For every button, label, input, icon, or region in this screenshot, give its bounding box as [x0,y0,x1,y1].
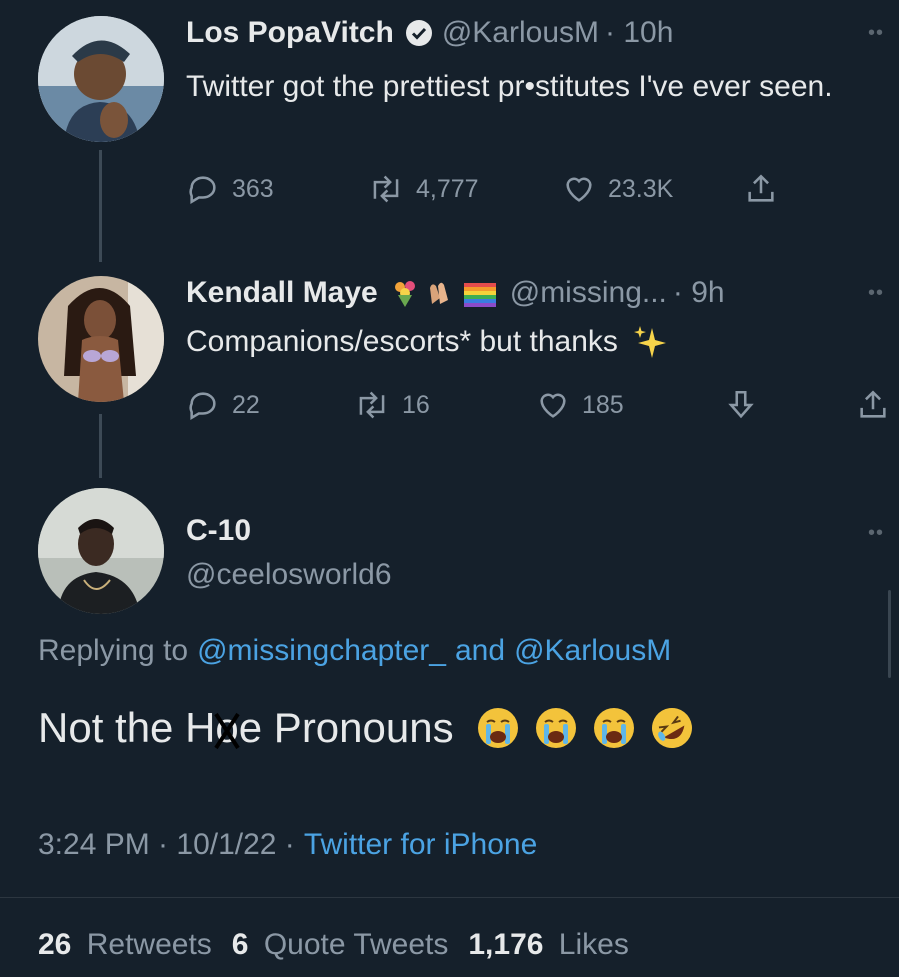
tweet3-timestamp[interactable]: 3:24 PM · 10/1/22 · [38,828,295,862]
avatar-kendall-maye[interactable] [38,276,164,402]
tweet1-share-button[interactable] [744,172,790,206]
more-options-icon[interactable]: •• [868,22,884,45]
tweet1-author-name[interactable]: Los PopaVitch [186,16,394,50]
tweet3-text-end: e Pronouns [238,704,454,751]
tweet3-text-struck: o [214,700,241,756]
downvote-arrow-icon [728,390,754,419]
tweet2-reply-count: 22 [232,390,260,419]
likes-count: 1,176 [468,928,544,961]
avatar-image [38,488,164,614]
tweet1-retweet-count: 4,777 [416,174,479,203]
tweet2-handle[interactable]: @missing... [510,276,667,310]
tweet3-stats: 26 Retweets 6 Quote Tweets 1,176 Likes [38,928,629,962]
bouquet-icon [390,278,420,308]
tweet3-text-row: Not the H o e Pronouns [38,700,694,756]
tweet2-retweet-button[interactable]: 16 [354,388,430,422]
tweet3-source[interactable]: Twitter for iPhone [304,828,537,862]
crying-face-icon [535,708,576,748]
quote-tweets-stat[interactable]: 6 Quote Tweets [232,928,449,962]
more-options-icon[interactable]: •• [868,522,884,545]
retweet-icon [359,391,385,419]
heart-icon [566,177,592,202]
tweet2-like-button[interactable]: 185 [536,388,624,422]
tweet3-emoji-group [476,706,694,750]
heart-icon [540,393,566,418]
tweet1-header: Los PopaVitch @KarlousM · 10h [186,16,673,50]
reply-icon [189,176,216,205]
reply-mention-missingchapter[interactable]: @missingchapter_ [197,634,446,668]
thread-line [99,414,102,478]
strikeout-mark [214,712,241,750]
tweet2-retweet-count: 16 [402,390,430,419]
likes-label: Likes [558,928,629,961]
avatar-los-popavitch[interactable] [38,16,164,142]
quote-tweets-label: Quote Tweets [263,928,449,961]
rainbow-flag-icon [463,281,496,307]
crying-face-icon [477,708,518,748]
quote-tweets-count: 6 [231,928,249,961]
tweet3-text-start: Not the H [38,704,216,751]
retweets-count: 26 [38,928,72,961]
tweet2-reply-button[interactable]: 22 [186,388,260,422]
rolling-laughing-icon [651,708,692,748]
tweet1-reply-button[interactable]: 363 [186,172,274,206]
thread-line [99,150,102,262]
replying-to-label: Replying to [38,634,189,667]
tweet1-like-button[interactable]: 23.3K [562,172,673,206]
more-options-icon[interactable]: •• [868,282,884,305]
tweet1-like-count: 23.3K [608,174,674,203]
tweet1-time: · 10h [605,16,674,49]
tweet1-retweet-button[interactable]: 4,777 [368,172,479,206]
clapping-hands-icon [426,278,456,308]
tweet1-handle[interactable]: @KarlousM [442,16,599,50]
divider [0,897,899,898]
retweet-icon [373,175,399,203]
retweets-stat[interactable]: 26 Retweets [38,928,212,962]
avatar-image [38,16,164,142]
tweet2-text-row: Companions/escorts* but thanks [186,322,668,362]
verified-icon [405,20,432,46]
tweet3-meta: 3:24 PM · 10/1/22 · Twitter for iPhone [38,828,537,862]
tweet2-dislike-button[interactable] [724,388,770,422]
tweet1-reply-count: 363 [232,174,274,203]
replying-to-line: Replying to @missingchapter_ and @Karlou… [38,634,671,668]
likes-stat[interactable]: 1,176 Likes [468,928,628,962]
scrollbar[interactable] [888,590,891,678]
reply-icon [189,392,216,421]
tweet1-text: Twitter got the prettiest pr•stitutes I'… [186,70,833,103]
tweet3-handle[interactable]: @ceelosworld6 [186,558,392,592]
tweet2-share-button[interactable] [856,388,899,422]
avatar-c-10[interactable] [38,488,164,614]
share-icon [748,174,774,202]
tweet3-author-name[interactable]: C-10 [186,514,251,548]
avatar-image [38,276,164,402]
retweets-label: Retweets [86,928,212,961]
tweet2-author-name[interactable]: Kendall Maye [186,276,378,310]
share-icon [860,390,886,418]
tweet2-like-count: 185 [582,390,624,419]
sparkles-icon [632,324,668,360]
tweet2-header: Kendall Maye @missing... · 9h [186,276,725,310]
reply-and-label: and [455,634,506,667]
crying-face-icon [593,708,634,748]
reply-mention-karlousm[interactable]: @KarlousM [514,634,671,668]
tweet2-text: Companions/escorts* but thanks [186,325,618,358]
tweet2-time: · 9h [672,276,725,309]
